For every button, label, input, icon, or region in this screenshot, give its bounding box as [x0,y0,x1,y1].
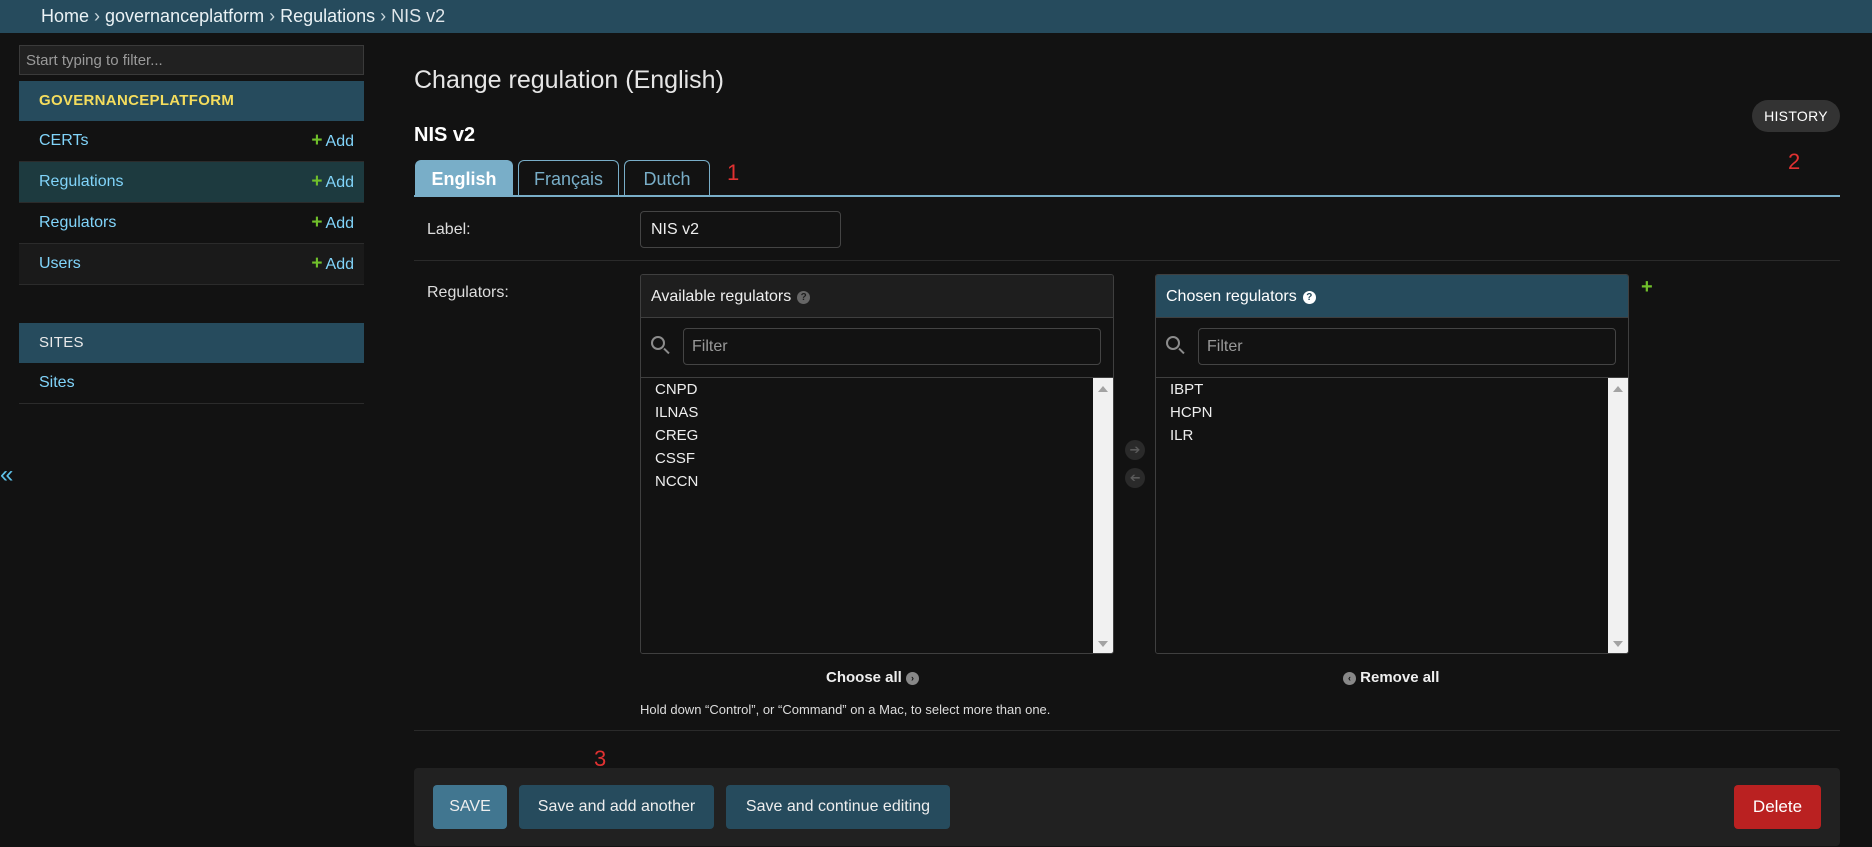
help-icon[interactable]: ? [797,291,811,304]
list-item[interactable]: CREG [655,427,698,444]
sidebar-item-users: Users + Add [19,244,364,285]
available-regulators-title: Available regulators? [641,275,1113,318]
chevron-left-icon: ‹ [1343,672,1356,685]
field-divider [414,730,1840,731]
list-item[interactable]: NCCN [655,473,698,490]
list-item[interactable]: HCPN [1170,404,1213,421]
add-label: Add [325,174,354,191]
plus-icon: + [311,212,323,233]
history-button[interactable]: HISTORY [1752,100,1840,132]
chosen-regulators-box: Chosen regulators? IBPT HCPN ILR [1155,274,1629,654]
chosen-regulators-title: Chosen regulators? [1156,275,1628,318]
list-item[interactable]: CSSF [655,450,695,467]
sidebar-item-sites: Sites [19,363,364,404]
choose-arrow-icon[interactable]: ➔ [1125,440,1145,460]
list-item[interactable]: ILNAS [655,404,698,421]
label-field-label: Label: [427,221,471,238]
annotation-marker-2: 2 [1788,149,1801,174]
remove-all-label: Remove all [1360,669,1440,686]
chosen-regulators-list[interactable]: IBPT HCPN ILR [1156,378,1628,653]
save-and-continue-button[interactable]: Save and continue editing [726,785,950,829]
sidebar-item-label[interactable]: CERTs [39,121,89,161]
module-caption-governanceplatform[interactable]: GOVERNANCEPLATFORM [19,81,364,121]
object-name: NIS v2 [414,124,476,146]
available-filter-input[interactable] [683,328,1101,365]
add-related-icon[interactable]: + [1641,276,1653,299]
search-icon [1166,336,1180,350]
add-label: Add [325,133,354,150]
add-label: Add [325,215,354,232]
help-text: Hold down “Control”, or “Command” on a M… [640,702,1051,717]
choose-all-link[interactable]: Choose all › [826,669,920,686]
add-users-link[interactable]: + Add [311,244,354,285]
label-input[interactable] [640,211,841,248]
sidebar: GOVERNANCEPLATFORM CERTs +Add Regulation… [19,45,364,835]
list-item[interactable]: CNPD [655,381,698,398]
scroll-up-icon[interactable] [1613,386,1623,392]
scroll-down-icon[interactable] [1098,641,1108,647]
tab-english[interactable]: English [415,160,513,196]
sidebar-item-label[interactable]: Sites [39,363,75,403]
available-regulators-box: Available regulators? CNPD ILNAS CREG CS… [640,274,1114,654]
remove-arrow-icon[interactable]: ➔ [1125,468,1145,488]
chosen-filter-row [1156,318,1628,378]
save-and-add-another-button[interactable]: Save and add another [519,785,714,829]
annotation-marker-1: 1 [727,160,740,185]
breadcrumb-separator: › [269,6,276,26]
chosen-filter-input[interactable] [1198,328,1616,365]
remove-all-link[interactable]: ‹ Remove all [1343,669,1439,686]
search-icon [651,336,665,350]
breadcrumb: Home › governanceplatform › Regulations › NIS … [0,0,1872,33]
tab-dutch[interactable]: Dutch [624,160,710,196]
help-icon[interactable]: ? [1302,291,1316,304]
list-item[interactable]: IBPT [1170,381,1203,398]
available-regulators-title-text: Available regulators [651,288,792,305]
save-button[interactable]: SAVE [433,785,507,829]
breadcrumb-model[interactable]: Regulations [280,6,375,26]
sidebar-item-certs: CERTs + Add [19,121,364,162]
scrollbar[interactable] [1093,378,1113,653]
sidebar-item-regulators: Regulators + Add [19,203,364,244]
plus-icon: + [311,253,323,274]
sidebar-item-label[interactable]: Regulators [39,203,116,243]
regulators-field-label: Regulators: [427,284,509,301]
chevron-right-icon: › [906,672,920,685]
scroll-up-icon[interactable] [1098,386,1108,392]
page-title: Change regulation (English) [414,66,724,94]
sidebar-item-regulations: Regulations + Add [19,162,364,203]
breadcrumb-home[interactable]: Home [41,6,89,26]
scroll-down-icon[interactable] [1613,641,1623,647]
add-label: Add [325,256,354,273]
list-item[interactable]: ILR [1170,427,1193,444]
sidebar-item-label[interactable]: Users [39,244,81,284]
sidebar-item-label[interactable]: Regulations [39,162,124,202]
delete-button[interactable]: Delete [1734,785,1821,829]
breadcrumb-current: NIS v2 [391,6,446,26]
sidebar-filter-input[interactable] [19,45,364,75]
module-caption-sites[interactable]: SITES [19,323,364,363]
tab-francais[interactable]: Français [518,160,619,196]
breadcrumb-app[interactable]: governanceplatform [105,6,264,26]
add-regulations-link[interactable]: + Add [311,162,354,203]
available-regulators-list[interactable]: CNPD ILNAS CREG CSSF NCCN [641,378,1113,653]
breadcrumb-separator: › [94,6,101,26]
plus-icon: + [311,130,323,151]
add-certs-link[interactable]: + Add [311,121,354,162]
plus-icon: + [311,171,323,192]
sidebar-collapse-toggle[interactable]: « [0,460,13,490]
add-regulators-link[interactable]: + Add [311,203,354,244]
field-divider [414,260,1840,261]
scrollbar[interactable] [1608,378,1628,653]
tab-underline [414,195,1840,197]
available-filter-row [641,318,1113,378]
chosen-regulators-title-text: Chosen regulators [1166,288,1297,305]
choose-all-label: Choose all [826,669,902,686]
breadcrumb-separator: › [380,6,387,26]
